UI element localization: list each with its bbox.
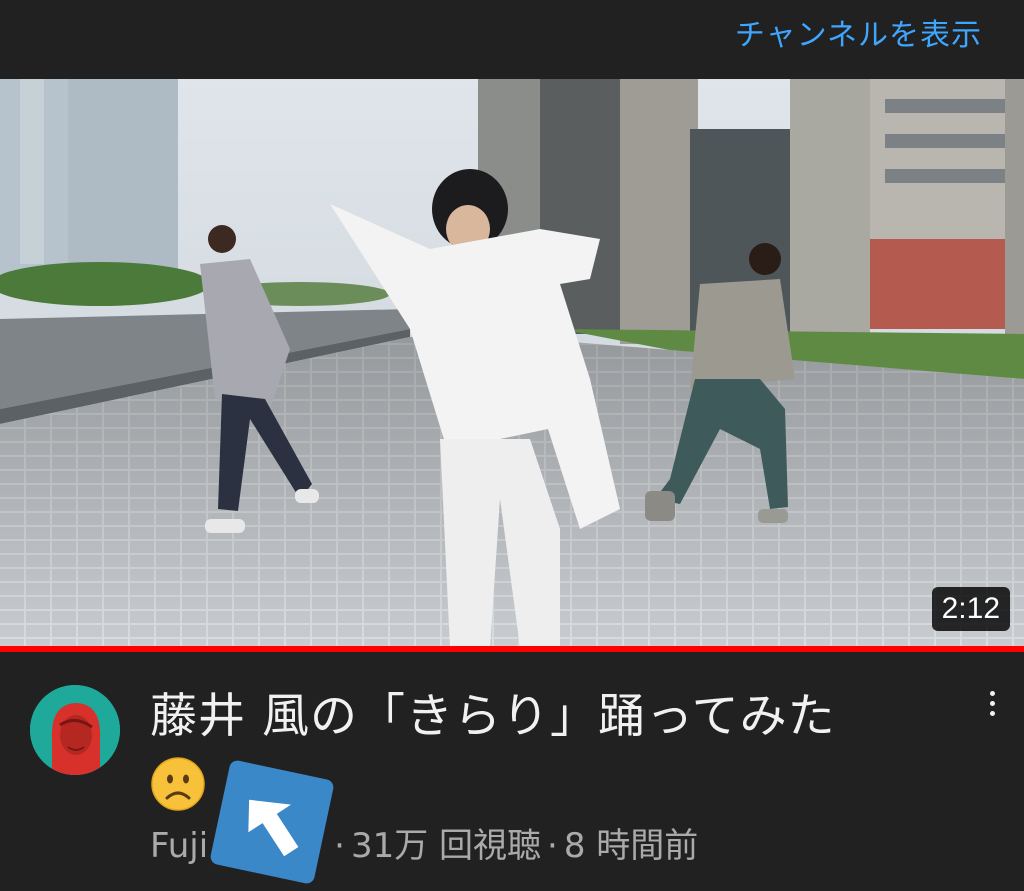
- watch-progress-bar: [0, 646, 1024, 652]
- thumbnail-image: [0, 79, 1024, 647]
- top-bar: チャンネルを表示: [0, 0, 1024, 79]
- view-count: 31万 回視聴: [350, 826, 542, 866]
- avatar-image: [30, 685, 120, 775]
- watch-progress-fill: [0, 646, 1024, 652]
- video-thumbnail[interactable]: 2:12: [0, 79, 1024, 647]
- back-arrow-icon: [207, 757, 337, 887]
- frowning-face-icon: [150, 756, 206, 812]
- channel-avatar[interactable]: [30, 685, 120, 775]
- duration-badge: 2:12: [931, 587, 1010, 631]
- video-title[interactable]: 藤井 風の「きらり」踊ってみた: [150, 684, 950, 750]
- meta-separator: ·: [547, 826, 558, 866]
- more-vert-icon[interactable]: [982, 688, 1002, 728]
- view-channel-link[interactable]: チャンネルを表示: [735, 10, 982, 54]
- upload-age: 8 時間前: [563, 826, 699, 866]
- channel-name[interactable]: Fuji: [150, 826, 208, 866]
